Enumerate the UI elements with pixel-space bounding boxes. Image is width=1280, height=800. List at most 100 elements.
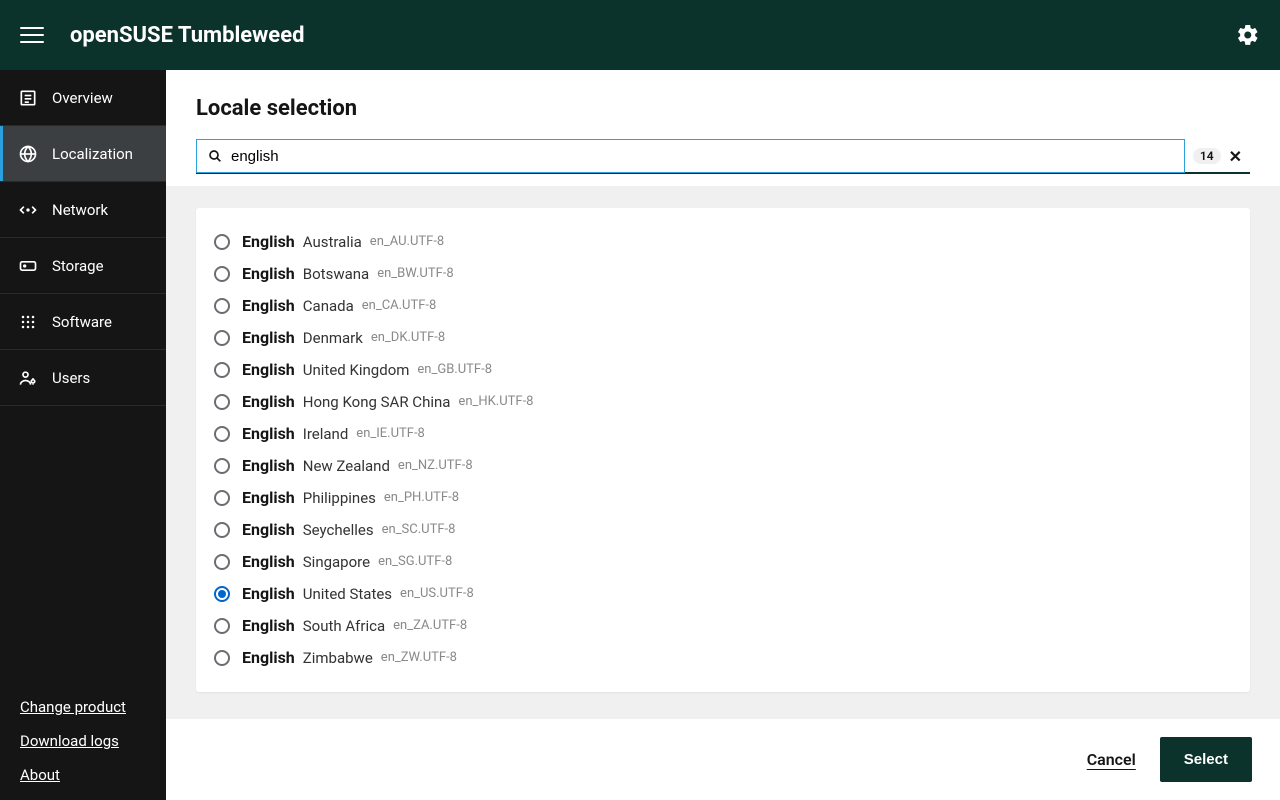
about-link[interactable]: About xyxy=(20,766,146,784)
locale-language: English xyxy=(242,486,295,510)
product-title: openSUSE Tumbleweed xyxy=(70,23,304,48)
locale-code: en_PH.UTF-8 xyxy=(384,486,459,510)
sidebar-footer: Change product Download logs About xyxy=(0,698,166,800)
locale-language: English xyxy=(242,614,295,638)
search-icon xyxy=(207,148,223,164)
locale-code: en_BW.UTF-8 xyxy=(377,262,454,286)
locale-option[interactable]: EnglishSouth Africaen_ZA.UTF-8 xyxy=(214,610,1232,642)
locale-region: Zimbabwe xyxy=(303,646,373,670)
radio-icon[interactable] xyxy=(214,586,230,602)
locale-language: English xyxy=(242,262,295,286)
download-logs-link[interactable]: Download logs xyxy=(20,732,146,750)
locale-language: English xyxy=(242,646,295,670)
sidebar-item-storage[interactable]: Storage xyxy=(0,238,166,294)
locale-option[interactable]: English Botswana en_BW.UTF-8 xyxy=(214,258,1232,290)
app-header: openSUSE Tumbleweed xyxy=(0,0,1280,70)
radio-icon[interactable] xyxy=(214,650,230,666)
locale-language: English xyxy=(242,230,295,254)
locale-language: English xyxy=(242,518,295,542)
locale-option[interactable]: English United Kingdom en_GB.UTF-8 xyxy=(214,354,1232,386)
sidebar-item-label: Software xyxy=(52,313,112,331)
radio-icon[interactable] xyxy=(214,330,230,346)
hamburger-menu-icon[interactable] xyxy=(20,23,44,47)
actions-bar: Cancel Select xyxy=(166,719,1280,800)
locale-option[interactable]: EnglishHong Kong SAR Chinaen_HK.UTF-8 xyxy=(214,386,1232,418)
radio-icon[interactable] xyxy=(214,554,230,570)
sidebar-item-label: Network xyxy=(52,201,108,219)
locale-region: Ireland xyxy=(303,422,349,446)
locale-language: English xyxy=(242,294,295,318)
locale-code: en_ZW.UTF-8 xyxy=(381,646,457,670)
locale-code: en_SC.UTF-8 xyxy=(382,518,456,542)
locale-region: Botswana xyxy=(303,262,369,286)
radio-icon[interactable] xyxy=(214,522,230,538)
network-icon xyxy=(18,200,38,220)
overview-icon xyxy=(18,88,38,108)
gear-icon[interactable] xyxy=(1236,23,1260,47)
locale-region: Seychelles xyxy=(303,518,374,542)
locale-option[interactable]: English Ireland en_IE.UTF-8 xyxy=(214,418,1232,450)
sidebar-item-users[interactable]: Users xyxy=(0,350,166,406)
search-box[interactable] xyxy=(196,139,1185,173)
locale-region: New Zealand xyxy=(303,454,390,478)
users-icon xyxy=(18,368,38,388)
locale-option[interactable]: English Seychelles en_SC.UTF-8 xyxy=(214,514,1232,546)
radio-icon[interactable] xyxy=(214,266,230,282)
sidebar-item-localization[interactable]: Localization xyxy=(0,126,166,182)
search-input[interactable] xyxy=(231,148,1174,165)
locale-language: English xyxy=(242,326,295,350)
radio-icon[interactable] xyxy=(214,234,230,250)
locale-region: Philippines xyxy=(303,486,376,510)
locale-code: en_SG.UTF-8 xyxy=(378,550,452,574)
locale-code: en_HK.UTF-8 xyxy=(458,390,533,414)
locale-code: en_NZ.UTF-8 xyxy=(398,454,473,478)
locale-option[interactable]: EnglishUnited Statesen_US.UTF-8 xyxy=(214,578,1232,610)
radio-icon[interactable] xyxy=(214,298,230,314)
locale-option[interactable]: English Canada en_CA.UTF-8 xyxy=(214,290,1232,322)
radio-icon[interactable] xyxy=(214,394,230,410)
search-row: 14 ✕ xyxy=(196,139,1250,173)
search-meta: 14 ✕ xyxy=(1185,139,1250,173)
locale-option[interactable]: English New Zealand en_NZ.UTF-8 xyxy=(214,450,1232,482)
result-count-badge: 14 xyxy=(1193,148,1221,164)
sidebar-item-label: Localization xyxy=(52,145,133,163)
locale-option[interactable]: English Zimbabwe en_ZW.UTF-8 xyxy=(214,642,1232,674)
locale-code: en_IE.UTF-8 xyxy=(356,422,425,446)
clear-search-icon[interactable]: ✕ xyxy=(1229,147,1242,166)
locale-region: Canada xyxy=(303,294,354,318)
radio-icon[interactable] xyxy=(214,458,230,474)
locale-region: Australia xyxy=(303,230,362,254)
radio-icon[interactable] xyxy=(214,362,230,378)
sidebar-item-label: Users xyxy=(52,369,90,387)
sidebar-item-network[interactable]: Network xyxy=(0,182,166,238)
cancel-button[interactable]: Cancel xyxy=(1087,750,1136,769)
sidebar-item-overview[interactable]: Overview xyxy=(0,70,166,126)
main-content: Locale selection 14 ✕ English Australia en… xyxy=(166,70,1280,800)
locale-code: en_GB.UTF-8 xyxy=(417,358,492,382)
locale-language: English xyxy=(242,422,295,446)
locale-code: en_DK.UTF-8 xyxy=(371,326,445,350)
locale-option[interactable]: EnglishSingaporeen_SG.UTF-8 xyxy=(214,546,1232,578)
change-product-link[interactable]: Change product xyxy=(20,698,146,716)
locale-region: Hong Kong SAR China xyxy=(303,390,451,414)
sidebar: Overview Localization Network Storage xyxy=(0,70,166,800)
locale-code: en_AU.UTF-8 xyxy=(370,230,444,254)
apps-icon xyxy=(18,312,38,332)
locale-option[interactable]: English Philippines en_PH.UTF-8 xyxy=(214,482,1232,514)
locale-language: English xyxy=(242,358,295,382)
sidebar-item-software[interactable]: Software xyxy=(0,294,166,350)
locale-region: United Kingdom xyxy=(303,358,410,382)
page-title: Locale selection xyxy=(196,96,1250,121)
locale-option[interactable]: English Australia en_AU.UTF-8 xyxy=(214,226,1232,258)
locale-language: English xyxy=(242,582,295,606)
radio-icon[interactable] xyxy=(214,426,230,442)
radio-icon[interactable] xyxy=(214,490,230,506)
locale-language: English xyxy=(242,454,295,478)
globe-icon xyxy=(18,144,38,164)
storage-icon xyxy=(18,256,38,276)
select-button[interactable]: Select xyxy=(1160,737,1252,782)
locale-region: South Africa xyxy=(303,614,385,638)
radio-icon[interactable] xyxy=(214,618,230,634)
locale-option[interactable]: EnglishDenmarken_DK.UTF-8 xyxy=(214,322,1232,354)
locale-code: en_CA.UTF-8 xyxy=(362,294,437,318)
